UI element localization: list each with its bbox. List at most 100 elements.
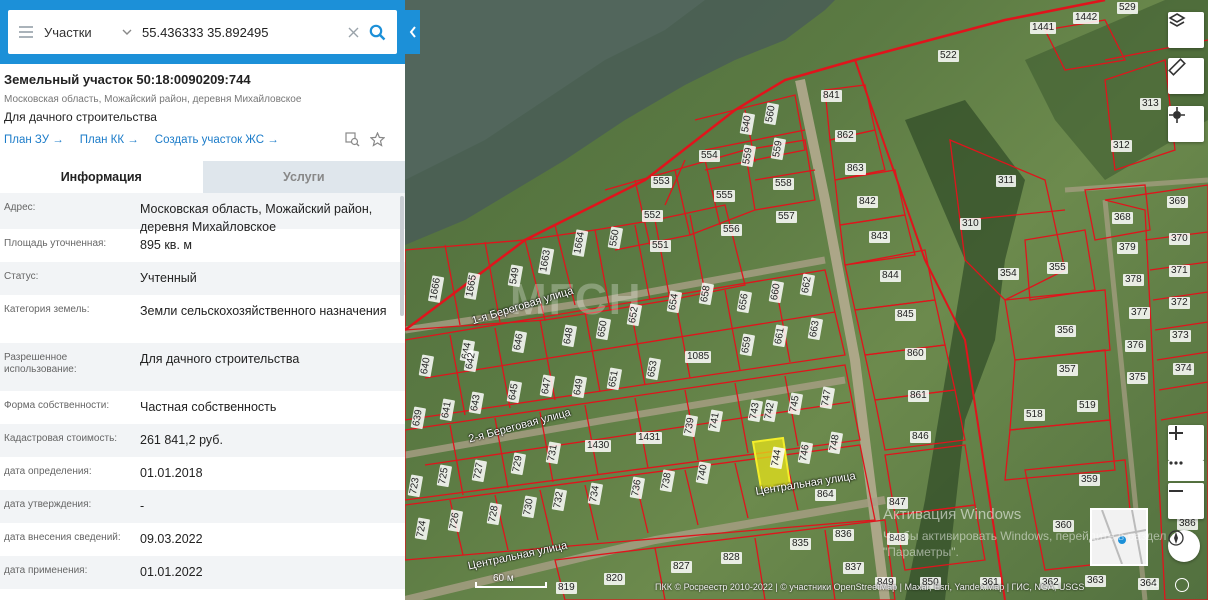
plot-number-label[interactable]: 356 — [1055, 325, 1076, 337]
zoom-to-object-icon[interactable] — [345, 132, 360, 147]
plot-number-label[interactable]: 359 — [1079, 474, 1100, 486]
globe-icon[interactable] — [1175, 578, 1189, 592]
plot-number-label[interactable]: 844 — [880, 270, 901, 282]
plot-number-label[interactable]: 842 — [857, 196, 878, 208]
plot-number-label[interactable]: 311 — [996, 175, 1016, 187]
plot-number-label[interactable]: 1431 — [636, 432, 663, 444]
search-input[interactable] — [140, 24, 341, 40]
star-icon[interactable] — [370, 132, 385, 147]
table-row: Кадастровая стоимость: 261 841,2 руб. — [0, 424, 405, 457]
layers-icon — [1168, 13, 1186, 27]
home-icon[interactable]: ⌂ — [1153, 579, 1159, 590]
row-value: Земли сельскохозяйственного назначения — [140, 304, 387, 318]
layer-select[interactable]: Участки — [44, 25, 140, 40]
layer-select-value: Участки — [44, 24, 92, 40]
table-row: дата применения: 01.01.2022 — [0, 556, 405, 589]
plot-number-label[interactable]: 558 — [773, 178, 794, 190]
table-row: Категория земель: Земли сельскохозяйствен… — [0, 295, 405, 343]
chevron-down-icon — [122, 29, 132, 35]
plot-number-label[interactable]: 827 — [671, 561, 692, 573]
search-icon — [369, 24, 385, 40]
plot-number-label[interactable]: 860 — [905, 348, 926, 360]
plot-number-label[interactable]: 355 — [1047, 262, 1068, 274]
plot-number-label[interactable]: 835 — [790, 538, 811, 550]
close-icon — [348, 27, 358, 37]
plot-number-label[interactable]: 554 — [699, 150, 720, 162]
plot-number-label[interactable]: 552 — [642, 210, 663, 222]
plot-number-label[interactable]: 312 — [1111, 140, 1132, 152]
plot-number-label[interactable]: 370 — [1169, 233, 1190, 245]
plot-number-label[interactable]: 1085 — [685, 351, 712, 363]
row-label: дата утверждения: — [4, 499, 92, 510]
plot-number-label[interactable]: 376 — [1125, 340, 1146, 352]
plot-number-label[interactable]: 357 — [1057, 364, 1078, 376]
plan-kk-link[interactable]: План КК → — [80, 134, 139, 146]
zoom-levels-button[interactable] — [1168, 461, 1204, 481]
plot-number-label[interactable]: 557 — [776, 211, 797, 223]
create-plot-link[interactable]: Создать участок ЖС → — [155, 134, 279, 146]
plot-number-label[interactable]: 313 — [1140, 98, 1161, 110]
plot-number-label[interactable]: 522 — [938, 50, 959, 62]
plot-number-label[interactable]: 836 — [833, 529, 854, 541]
tab-bar: Информация Услуги — [0, 161, 405, 193]
plot-number-label[interactable]: 371 — [1169, 265, 1190, 277]
plot-number-label[interactable]: 372 — [1169, 297, 1190, 309]
plot-number-label[interactable]: 310 — [960, 218, 981, 230]
row-value: Для дачного строительства — [140, 352, 300, 366]
plot-number-label[interactable]: 556 — [721, 224, 742, 236]
plot-number-label[interactable]: 354 — [998, 268, 1019, 280]
plan-zu-link[interactable]: План ЗУ → — [4, 134, 64, 146]
plot-number-label[interactable]: 555 — [714, 190, 735, 202]
table-row: дата утверждения: - — [0, 490, 405, 523]
plot-number-label[interactable]: 843 — [869, 231, 890, 243]
plot-number-label[interactable]: 861 — [908, 390, 929, 402]
plot-number-label[interactable]: 1442 — [1073, 12, 1100, 24]
map-attribution[interactable]: ПКК © Росреестр 2010-2022 | © участники … — [655, 582, 1084, 592]
map-view[interactable]: МГСН 529 1442 1441 522 841 313 862 312 540 560 554… — [405, 0, 1208, 600]
zoom-out-button[interactable] — [1168, 483, 1204, 519]
menu-icon[interactable] — [8, 26, 44, 38]
layers-button[interactable] — [1168, 12, 1204, 48]
plot-number-label[interactable]: 846 — [910, 431, 931, 443]
plot-number-label[interactable]: 828 — [721, 552, 742, 564]
plot-number-label[interactable]: 518 — [1024, 409, 1045, 421]
plot-number-label[interactable]: 862 — [835, 130, 856, 142]
info-panel: Участки Земельный участок 50:18:0090209:… — [0, 0, 405, 600]
plot-number-label[interactable]: 553 — [651, 176, 672, 188]
plot-number-label[interactable]: 820 — [604, 573, 625, 585]
plot-number-label[interactable]: 374 — [1173, 363, 1194, 375]
plot-number-label[interactable]: 369 — [1167, 196, 1188, 208]
plot-number-label[interactable]: 551 — [650, 240, 671, 252]
plot-number-label[interactable]: 1441 — [1030, 22, 1057, 34]
plot-number-label[interactable]: 377 — [1129, 307, 1150, 319]
plot-number-label[interactable]: 519 — [1077, 400, 1098, 412]
tab-services[interactable]: Услуги — [202, 161, 405, 193]
collapse-panel-button[interactable] — [405, 10, 420, 54]
plot-number-label[interactable]: 529 — [1117, 2, 1138, 14]
plot-number-label[interactable]: 368 — [1112, 212, 1133, 224]
plot-number-label[interactable]: 379 — [1117, 242, 1138, 254]
plot-number-label[interactable]: 373 — [1170, 330, 1191, 342]
search-box: Участки — [8, 10, 397, 54]
locate-button[interactable] — [1168, 106, 1204, 142]
plot-number-label[interactable]: 375 — [1127, 372, 1148, 384]
tab-information[interactable]: Информация — [0, 161, 203, 193]
scale-label: 60 м — [493, 573, 514, 584]
plot-number-label[interactable]: 845 — [895, 309, 916, 321]
plot-number-label[interactable]: 378 — [1123, 274, 1144, 286]
row-value: Учтенный — [140, 271, 197, 285]
plot-number-label[interactable]: 819 — [556, 582, 577, 594]
zoom-in-button[interactable] — [1168, 425, 1204, 461]
clear-search-button[interactable] — [341, 27, 365, 38]
plot-number-label[interactable]: 363 — [1085, 575, 1106, 587]
plot-number-label[interactable]: 837 — [843, 562, 864, 574]
plot-number-label[interactable]: 864 — [815, 489, 836, 501]
row-label: Адрес: — [4, 202, 36, 213]
measure-button[interactable] — [1168, 58, 1204, 94]
panel-scrollbar[interactable] — [400, 196, 404, 316]
plot-number-label[interactable]: 863 — [845, 163, 866, 175]
plot-number-label[interactable]: 841 — [821, 90, 842, 102]
row-label: Разрешенное использование: — [4, 352, 77, 375]
plot-number-label[interactable]: 1430 — [585, 440, 612, 452]
search-button[interactable] — [365, 24, 389, 41]
